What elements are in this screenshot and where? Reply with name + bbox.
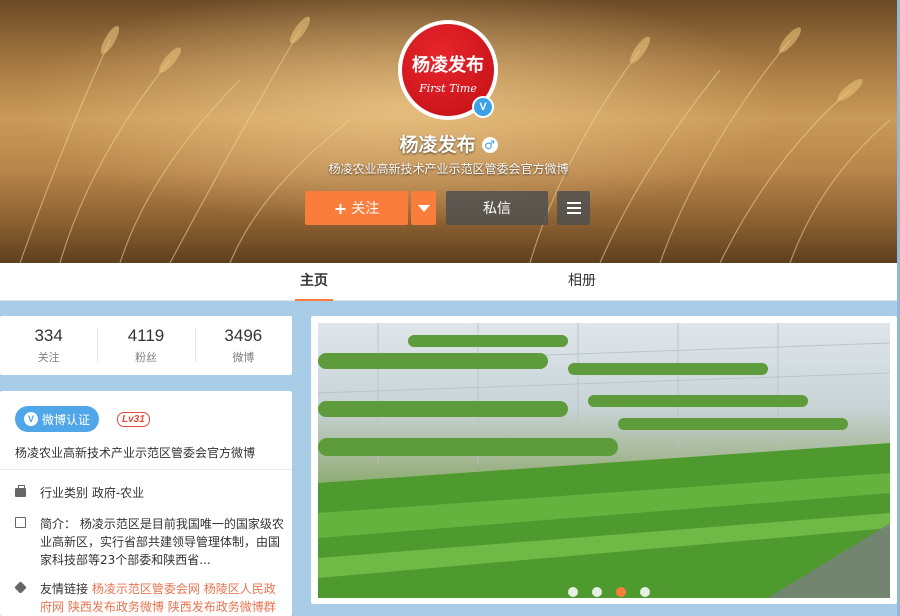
profile-name: 杨凌发布	[399, 134, 476, 156]
followers-count-value: 4119	[127, 326, 165, 345]
posts-count-value: 3496	[224, 326, 263, 345]
level-badge[interactable]: Lv31	[117, 412, 150, 427]
briefcase-icon	[15, 485, 26, 497]
menu-icon-line	[566, 212, 581, 214]
followers-count-label: 粉丝	[134, 351, 157, 364]
follow-button[interactable]: + 关注	[305, 191, 408, 225]
industry-text: 行业类别 政府-农业	[40, 486, 145, 500]
intro-row: 简介： 杨凌示范区是目前我国唯一的国家级农业高新区，实行省部共建领导管理体制，由…	[15, 515, 285, 569]
posts-count-label: 微博	[232, 351, 255, 364]
verified-badge-label: 微博认证	[41, 412, 90, 427]
carousel-dot[interactable]	[592, 587, 602, 597]
verified-badge-icon: V	[472, 96, 494, 118]
following-count-value: 334	[34, 326, 63, 345]
links-prefix: 友情链接	[40, 582, 89, 596]
male-gender-icon: ♂	[481, 137, 498, 153]
greenhouse-illustration	[318, 323, 890, 598]
carousel-indicators	[568, 587, 650, 597]
followers-count[interactable]: 4119 粉丝	[97, 316, 194, 375]
greenhouse-photo[interactable]	[318, 323, 890, 598]
following-count-label: 关注	[37, 351, 60, 364]
verified-v-icon: V	[23, 412, 38, 426]
carousel-dot[interactable]	[568, 587, 578, 597]
intro-text: 简介： 杨凌示范区是目前我国唯一的国家级农业高新区，实行省部共建领导管理体制，由…	[40, 517, 284, 567]
links-row: 友情链接 杨凌示范区管委会网 杨陵区人民政府网 陕西发布政务微博 陕西发布政务微…	[14, 580, 285, 616]
info-divider	[0, 469, 292, 470]
profile-tab-bar: 主页 相册	[0, 263, 897, 301]
profile-name-row: 杨凌发布 ♂	[0, 130, 897, 157]
verified-mark: V	[474, 98, 492, 116]
links-text: 友情链接 杨凌示范区管委会网 杨陵区人民政府网 陕西发布政务微博 陕西发布政务微…	[40, 580, 285, 616]
menu-icon-line	[566, 202, 581, 204]
industry-row: 行业类别 政府-农业	[15, 484, 285, 502]
profile-bio: 杨凌农业高新技术产业示范区管委会官方微博	[328, 162, 569, 176]
follow-label: 关注	[351, 201, 380, 217]
carousel-dot[interactable]	[640, 587, 650, 597]
more-menu-button[interactable]	[557, 191, 590, 225]
verification-description: 杨凌农业高新技术产业示范区管委会官方微博	[15, 446, 256, 460]
caret-down-icon	[417, 204, 430, 212]
message-button[interactable]: 私信	[446, 191, 548, 225]
avatar-logo-text: 杨凌发布	[412, 55, 484, 77]
friend-link[interactable]: 陕西发布政务微博	[68, 600, 164, 614]
follow-dropdown-button[interactable]	[411, 191, 436, 225]
tag-icon	[14, 581, 27, 594]
profile-cover: 杨凌发布 First Time V 杨凌发布 ♂ 杨凌农业高新技术产业示范区管委会…	[0, 0, 897, 263]
menu-icon-line	[566, 207, 581, 209]
following-count[interactable]: 334 关注	[0, 316, 97, 375]
friend-link[interactable]: 陕西发布政务微博群	[168, 600, 276, 614]
message-label: 私信	[483, 201, 511, 217]
tab-album[interactable]: 相册	[560, 263, 604, 301]
carousel-dot-active[interactable]	[616, 587, 626, 597]
weibo-verified-badge[interactable]: V 微博认证	[15, 406, 99, 432]
posts-count[interactable]: 3496 微博	[194, 316, 292, 375]
plus-icon: +	[333, 198, 348, 218]
photo-carousel	[311, 316, 897, 604]
profile-counts: 334 关注 4119 粉丝 3496 微博	[0, 316, 292, 375]
avatar-logo-subtext: First Time	[419, 82, 477, 96]
friend-link[interactable]: 杨凌示范区管委会网	[92, 582, 200, 596]
tab-home[interactable]: 主页	[295, 263, 333, 301]
edit-icon	[15, 517, 26, 528]
